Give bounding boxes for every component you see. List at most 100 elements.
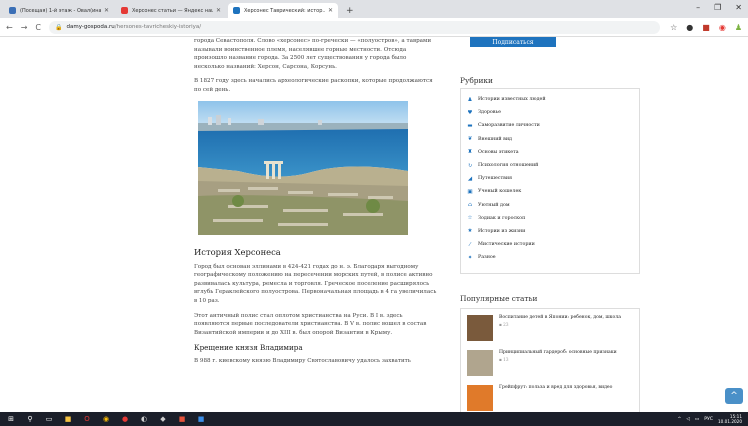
rubric-item[interactable]: ▬ Саморазвитие личности xyxy=(467,119,639,132)
system-tray: ^ ◁ ▭ РУС 15:11 10.01.2020 xyxy=(677,412,742,426)
taskbar: ⊞ ⚲ ▭ ■ O ◉ ● ◐ ◆ ■ ■ ^ ◁ ▭ РУС 15:11 10… xyxy=(0,412,748,426)
rubric-label: Истории известных людей xyxy=(478,97,546,103)
popular-title: Популярные статьи xyxy=(460,294,538,303)
comments-count: ▪ 23 xyxy=(499,322,621,327)
volume-icon[interactable]: ◁ xyxy=(686,417,690,422)
windows-start-icon[interactable]: ⊞ xyxy=(6,414,16,424)
person-icon: ♟ xyxy=(467,96,473,103)
comments-value: 23 xyxy=(503,322,509,328)
close-icon[interactable]: ✕ xyxy=(104,7,109,14)
rubric-item[interactable]: ❦ Внешний вид xyxy=(467,133,639,146)
star-icon: ★ xyxy=(467,228,473,235)
tab-bar: (Посещая) 1-й этаж - Овал(ина... ✕ Херсо… xyxy=(0,0,748,18)
popular-list: Воспитание детей в Японии: ребенок, дом,… xyxy=(460,308,640,412)
rubric-label: Мистические истории xyxy=(478,242,535,248)
popular-article-title[interactable]: Принципиальный гардероб: основные призна… xyxy=(499,350,617,356)
popular-text: Грейпфрут: польза и вред для здоровья, в… xyxy=(499,385,612,412)
page-content: города Севастополя. Слово «херсонес» по-… xyxy=(0,37,748,412)
pin-icon: ✦ xyxy=(467,254,473,261)
url-input[interactable]: 🔒 damy-gospoda.ru /hersones-tavricheskiy… xyxy=(49,20,661,34)
refresh-icon: ↻ xyxy=(467,162,473,169)
rubric-item[interactable]: ♜ Основы этикета xyxy=(467,146,639,159)
new-tab-button[interactable]: + xyxy=(340,6,360,18)
rubric-item[interactable]: ♥ Здоровье xyxy=(467,106,639,119)
rubric-item[interactable]: ↻ Психология отношений xyxy=(467,159,639,172)
popular-article[interactable]: Принципиальный гардероб: основные призна… xyxy=(467,350,639,381)
back-icon[interactable]: ← xyxy=(6,23,13,32)
rubric-item[interactable]: ⁄ Мистические истории xyxy=(467,238,639,251)
rubric-label: Ученый кошелек xyxy=(478,189,522,195)
rubric-label: Психология отношений xyxy=(478,163,539,169)
article: города Севастополя. Слово «херсонес» по-… xyxy=(194,37,438,372)
rubric-item[interactable]: ♟ Истории известных людей xyxy=(467,93,639,106)
tab-2[interactable]: Херсонес статьи — Яндекс нашло... ✕ xyxy=(116,3,226,18)
app-icon[interactable]: ◆ xyxy=(158,414,168,424)
rubric-item[interactable]: ☆ Зодиак и гороскоп xyxy=(467,212,639,225)
minimize-icon[interactable]: – xyxy=(696,3,700,12)
close-window-icon[interactable]: ✕ xyxy=(735,3,742,12)
reload-icon[interactable]: C xyxy=(35,23,41,32)
popular-article-title[interactable]: Грейпфрут: польза и вред для здоровья, в… xyxy=(499,385,612,391)
rubric-label: Разное xyxy=(478,255,496,261)
window-controls: – ❐ ✕ xyxy=(696,3,742,12)
rubric-label: Зодиак и гороскоп xyxy=(478,215,526,221)
app-icon[interactable]: ◐ xyxy=(139,414,149,424)
leaf-icon: ❦ xyxy=(467,136,473,143)
scroll-to-top-button[interactable]: ^ xyxy=(725,388,743,404)
close-icon[interactable]: ✕ xyxy=(328,7,333,14)
maximize-icon[interactable]: ❐ xyxy=(714,3,721,12)
book-icon: ▬ xyxy=(467,122,473,129)
close-icon[interactable]: ✕ xyxy=(216,7,221,14)
rubrics-list: ♟ Истории известных людей ♥ Здоровье ▬ Самора… xyxy=(460,88,640,274)
popular-thumbnail[interactable] xyxy=(467,315,493,341)
wallet-icon: ▣ xyxy=(467,188,473,195)
rubrics-title: Рубрики xyxy=(460,76,493,85)
chrome-icon[interactable]: ◉ xyxy=(101,414,111,424)
language-indicator[interactable]: РУС xyxy=(704,417,713,422)
rubric-label: Путешествия xyxy=(478,176,513,182)
url-path: /hersones-tavricheskiy-istoriya/ xyxy=(114,24,202,30)
tab-favicon xyxy=(233,7,240,14)
couple-icon: ♜ xyxy=(467,149,473,156)
app-icon[interactable]: ■ xyxy=(177,414,187,424)
tab-3-active[interactable]: Херсонес Таврический: истор... ✕ xyxy=(228,3,338,18)
search-icon[interactable]: ⚲ xyxy=(25,414,35,424)
app-icon[interactable]: ■ xyxy=(196,414,206,424)
extension-icon[interactable]: ■ xyxy=(702,23,710,32)
rubric-item[interactable]: ⌂ Уютный дом xyxy=(467,199,639,212)
profile-icon[interactable]: ♟ xyxy=(735,23,742,32)
wand-icon: ⁄ xyxy=(469,241,471,248)
chersonesos-photo xyxy=(198,100,408,235)
explorer-icon[interactable]: ■ xyxy=(63,414,73,424)
rubric-item[interactable]: ◢ Путешествия xyxy=(467,172,639,185)
comments-value: 13 xyxy=(503,357,509,363)
tab-title: (Посещая) 1-й этаж - Овал(ина... xyxy=(20,7,101,14)
opera-icon[interactable]: O xyxy=(82,414,92,424)
subscribe-button[interactable]: Подписаться xyxy=(470,37,556,47)
heading-baptism: Крещение князя Владимира xyxy=(194,343,303,353)
popular-thumbnail[interactable] xyxy=(467,385,493,411)
task-view-icon[interactable]: ▭ xyxy=(44,414,54,424)
heading-history: История Херсонеса xyxy=(194,246,281,257)
rubric-item[interactable]: ★ Истории из жизни xyxy=(467,225,639,238)
rubric-item[interactable]: ✦ Разное xyxy=(467,251,639,264)
tray-chevron-icon[interactable]: ^ xyxy=(677,417,681,422)
popular-article-title[interactable]: Воспитание детей в Японии: ребенок, дом,… xyxy=(499,315,621,321)
extension-icon[interactable]: ● xyxy=(686,23,693,32)
rubric-item[interactable]: ▣ Ученый кошелек xyxy=(467,185,639,198)
popular-article[interactable]: Грейпфрут: польза и вред для здоровья, в… xyxy=(467,385,639,412)
rubric-label: Уютный дом xyxy=(478,202,510,208)
tab-title: Херсонес статьи — Яндекс нашло... xyxy=(132,7,213,14)
tab-1[interactable]: (Посещая) 1-й этаж - Овал(ина... ✕ xyxy=(4,3,114,18)
popular-thumbnail[interactable] xyxy=(467,350,493,376)
popular-article[interactable]: Воспитание детей в Японии: ребенок, дом,… xyxy=(467,315,639,346)
clock[interactable]: 15:11 10.01.2020 xyxy=(718,414,742,424)
address-bar: ← → C 🔒 damy-gospoda.ru /hersones-tavric… xyxy=(0,18,748,37)
yandex-icon[interactable]: ● xyxy=(120,414,130,424)
forward-icon[interactable]: → xyxy=(21,23,28,32)
network-icon[interactable]: ▭ xyxy=(695,417,699,422)
extension-icon[interactable]: ◉ xyxy=(719,23,726,32)
url-host: damy-gospoda.ru xyxy=(66,24,115,30)
article-paragraph: В 1827 году здесь начались археологическ… xyxy=(194,78,433,93)
bookmark-star-icon[interactable]: ☆ xyxy=(670,23,677,32)
